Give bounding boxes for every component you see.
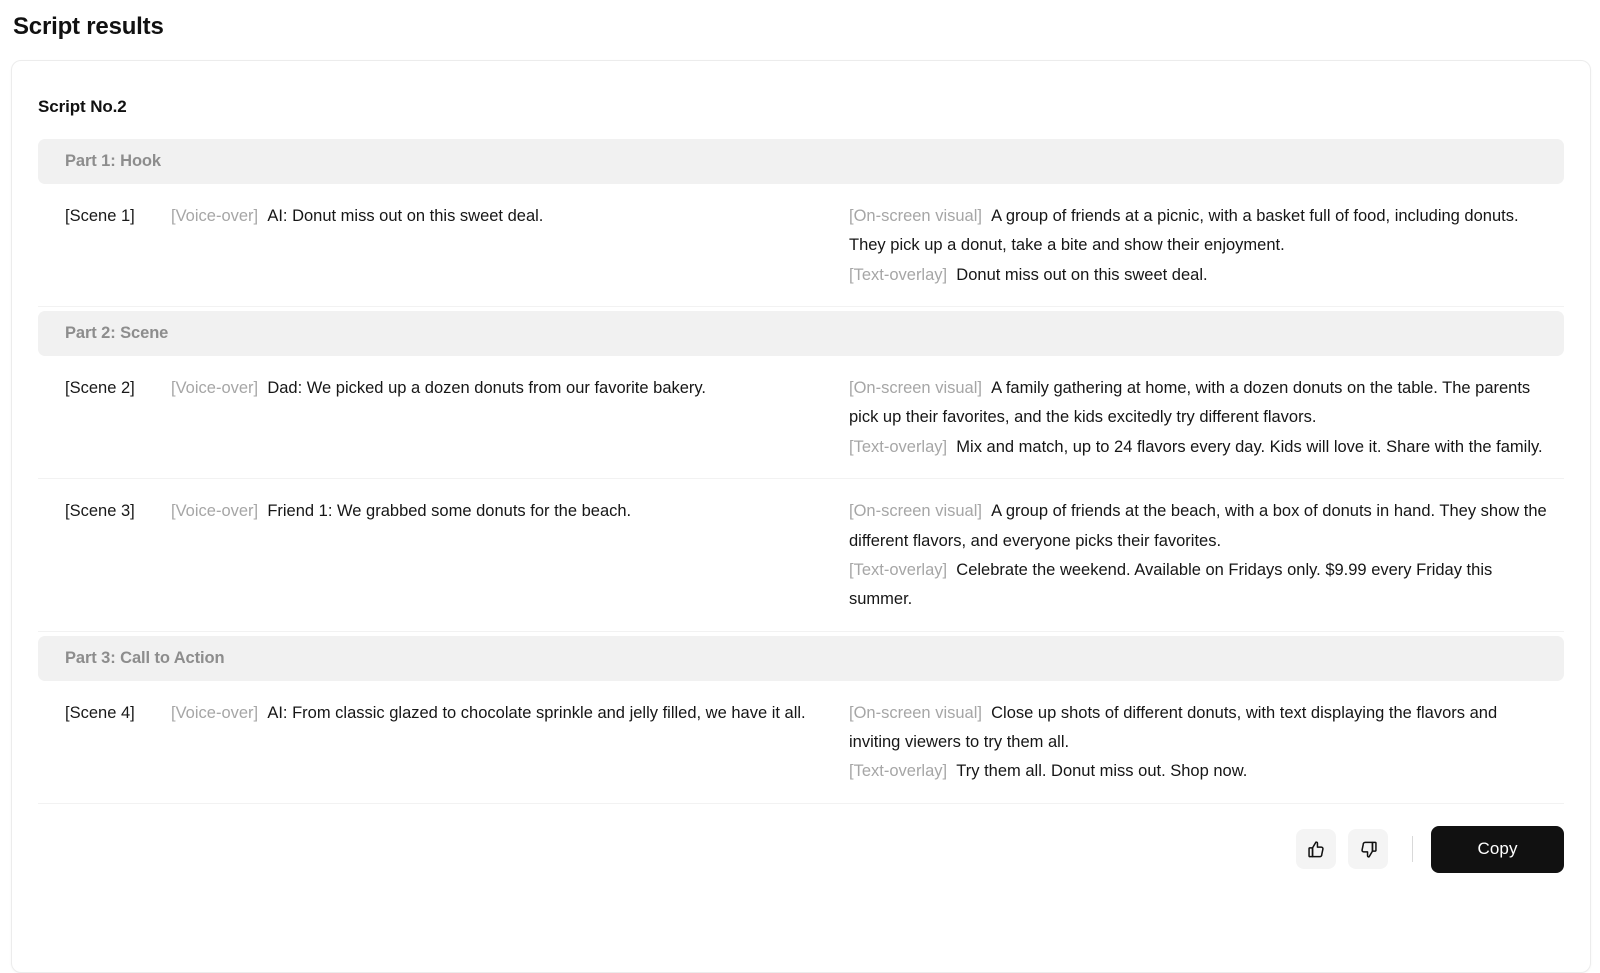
voice-over-cell: [Voice-over] Friend 1: We grabbed some d… (171, 497, 849, 526)
visual-cell: [On-screen visual] A family gathering at… (849, 374, 1564, 462)
voice-over-text: Dad: We picked up a dozen donuts from ou… (267, 379, 707, 398)
thumbs-up-icon (1307, 840, 1326, 859)
script-result-card: Script No.2 Part 1: Hook [Scene 1] [Voic… (11, 60, 1591, 973)
scene-row: [Scene 3] [Voice-over] Friend 1: We grab… (38, 479, 1564, 632)
voice-over-text: Friend 1: We grabbed some donuts for the… (267, 502, 632, 521)
part-header-label: Part 2: Scene (65, 324, 169, 343)
voice-over-text: AI: Donut miss out on this sweet deal. (267, 207, 544, 225)
page-title: Script results (13, 13, 164, 40)
scene-id-label: [Scene 4] (65, 703, 135, 722)
footer-divider (1412, 836, 1413, 863)
voice-over-cell: [Voice-over] AI: Donut miss out on this … (171, 202, 849, 231)
copy-button[interactable]: Copy (1431, 825, 1564, 873)
voice-over-tag: [Voice-over] (171, 502, 259, 521)
text-overlay-tag: [Text-overlay] (849, 560, 948, 579)
thumbs-up-button[interactable] (1296, 829, 1336, 870)
part-header-label: Part 1: Hook (65, 152, 161, 170)
voice-over-tag: [Voice-over] (171, 207, 259, 225)
scene-row: [Scene 1] [Voice-over] AI: Donut miss ou… (38, 184, 1564, 308)
thumbs-down-icon (1359, 840, 1378, 859)
on-screen-visual-tag: [On-screen visual] (849, 379, 982, 398)
part-header-label: Part 3: Call to Action (65, 648, 225, 667)
scene-id-label: [Scene 2] (65, 379, 135, 398)
voice-over-tag: [Voice-over] (171, 703, 259, 722)
text-overlay-tag: [Text-overlay] (849, 265, 948, 284)
visual-cell: [On-screen visual] Close up shots of dif… (849, 699, 1564, 787)
on-screen-visual-tag: [On-screen visual] (849, 703, 982, 722)
on-screen-visual-tag: [On-screen visual] (849, 502, 982, 521)
part-header-3: Part 3: Call to Action (38, 635, 1564, 681)
script-parts-container: Part 1: Hook [Scene 1] [Voice-over] AI: … (12, 117, 1590, 803)
visual-cell: [On-screen visual] A group of friends at… (849, 202, 1564, 290)
card-footer-actions: Copy (38, 802, 1564, 873)
voice-over-cell: [Voice-over] AI: From classic glazed to … (171, 699, 849, 728)
voice-over-text: AI: From classic glazed to chocolate spr… (267, 703, 806, 722)
text-overlay-text: Try them all. Donut miss out. Shop now. (956, 762, 1248, 781)
scene-row: [Scene 2] [Voice-over] Dad: We picked up… (38, 356, 1564, 480)
voice-over-tag: [Voice-over] (171, 379, 259, 398)
text-overlay-text: Donut miss out on this sweet deal. (956, 265, 1208, 284)
scene-id-label: [Scene 3] (65, 502, 135, 521)
text-overlay-tag: [Text-overlay] (849, 762, 948, 781)
part-header-2: Part 2: Scene (38, 311, 1564, 357)
script-number-title: Script No.2 (38, 97, 127, 116)
visual-cell: [On-screen visual] A group of friends at… (849, 497, 1564, 614)
voice-over-cell: [Voice-over] Dad: We picked up a dozen d… (171, 374, 849, 403)
scene-id-label: [Scene 1] (65, 207, 135, 225)
on-screen-visual-tag: [On-screen visual] (849, 207, 982, 225)
text-overlay-tag: [Text-overlay] (849, 437, 948, 456)
thumbs-down-button[interactable] (1348, 829, 1388, 870)
text-overlay-text: Mix and match, up to 24 flavors every da… (956, 437, 1543, 456)
part-header-1: Part 1: Hook (38, 139, 1564, 184)
scene-row: [Scene 4] [Voice-over] AI: From classic … (38, 681, 1564, 803)
script-results-page: Script results Script No.2 Part 1: Hook … (0, 0, 1600, 973)
